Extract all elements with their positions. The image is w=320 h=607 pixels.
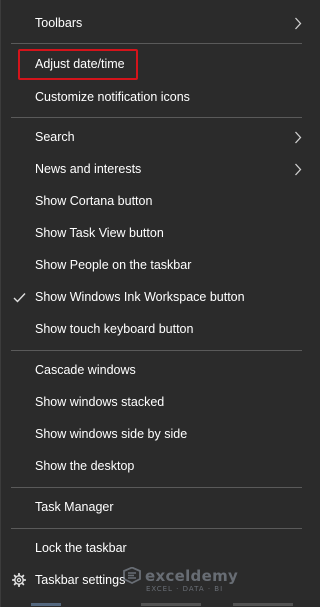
menu-item-customize-notification-icons[interactable]: Customize notification icons [1, 81, 313, 113]
menu-item-show-touch-keyboard-button[interactable]: Show touch keyboard button [1, 313, 313, 345]
menu-separator [11, 528, 302, 529]
menu-item-label: Show the desktop [35, 459, 135, 473]
menu-item-label: Show Cortana button [35, 194, 153, 208]
chevron-right-icon [291, 153, 305, 185]
menu-item-toolbars[interactable]: Toolbars [1, 7, 313, 39]
menu-item-task-manager[interactable]: Task Manager [1, 491, 313, 523]
menu-item-news-and-interests[interactable]: News and interests [1, 153, 313, 185]
menu-item-show-people-on-taskbar[interactable]: Show People on the taskbar [1, 249, 313, 281]
exceldemy-logo-icon [121, 566, 143, 589]
menu-item-label: Show windows stacked [35, 395, 165, 409]
menu-item-show-windows-side-by-side[interactable]: Show windows side by side [1, 418, 313, 450]
menu-item-label: Show touch keyboard button [35, 322, 194, 336]
menu-item-label: News and interests [35, 162, 142, 176]
menu-item-label: Toolbars [35, 16, 83, 30]
menu-separator [11, 350, 302, 351]
menu-separator [11, 487, 302, 488]
menu-item-label: Customize notification icons [35, 90, 190, 104]
menu-separator [11, 43, 302, 44]
menu-item-label: Lock the taskbar [35, 541, 127, 555]
menu-item-label: Show windows side by side [35, 427, 188, 441]
menu-item-cascade-windows[interactable]: Cascade windows [1, 354, 313, 386]
highlight-box [18, 49, 138, 80]
menu-item-show-windows-stacked[interactable]: Show windows stacked [1, 386, 313, 418]
gear-icon [10, 564, 28, 596]
menu-item-label: Show People on the taskbar [35, 258, 192, 272]
checkmark-icon [11, 281, 27, 313]
chevron-right-icon [291, 7, 305, 39]
chevron-right-icon [291, 121, 305, 153]
taskbar-context-menu: Toolbars Adjust date/time Customize noti… [0, 0, 313, 607]
taskbar-edge [1, 601, 313, 607]
menu-item-show-task-view-button[interactable]: Show Task View button [1, 217, 313, 249]
taskbar-edge-mark [233, 603, 293, 606]
menu-item-label: Taskbar settings [35, 573, 126, 587]
menu-item-search[interactable]: Search [1, 121, 313, 153]
menu-item-label: Show Task View button [35, 226, 164, 240]
watermark: exceldemy EXCEL · DATA · BI [121, 563, 238, 599]
menu-item-lock-the-taskbar[interactable]: Lock the taskbar [1, 532, 313, 564]
watermark-name: exceldemy [145, 567, 239, 585]
menu-item-show-the-desktop[interactable]: Show the desktop [1, 450, 313, 482]
menu-item-show-cortana-button[interactable]: Show Cortana button [1, 185, 313, 217]
taskbar-edge-mark [141, 603, 201, 606]
menu-item-show-windows-ink-workspace-button[interactable]: Show Windows Ink Workspace button [1, 281, 313, 313]
menu-item-label: Task Manager [35, 500, 114, 514]
taskbar-edge-mark [31, 603, 61, 606]
watermark-tagline: EXCEL · DATA · BI [146, 585, 224, 593]
menu-item-label: Search [35, 130, 75, 144]
menu-item-label: Cascade windows [35, 363, 136, 377]
menu-item-label: Show Windows Ink Workspace button [35, 290, 245, 304]
menu-separator [11, 117, 302, 118]
